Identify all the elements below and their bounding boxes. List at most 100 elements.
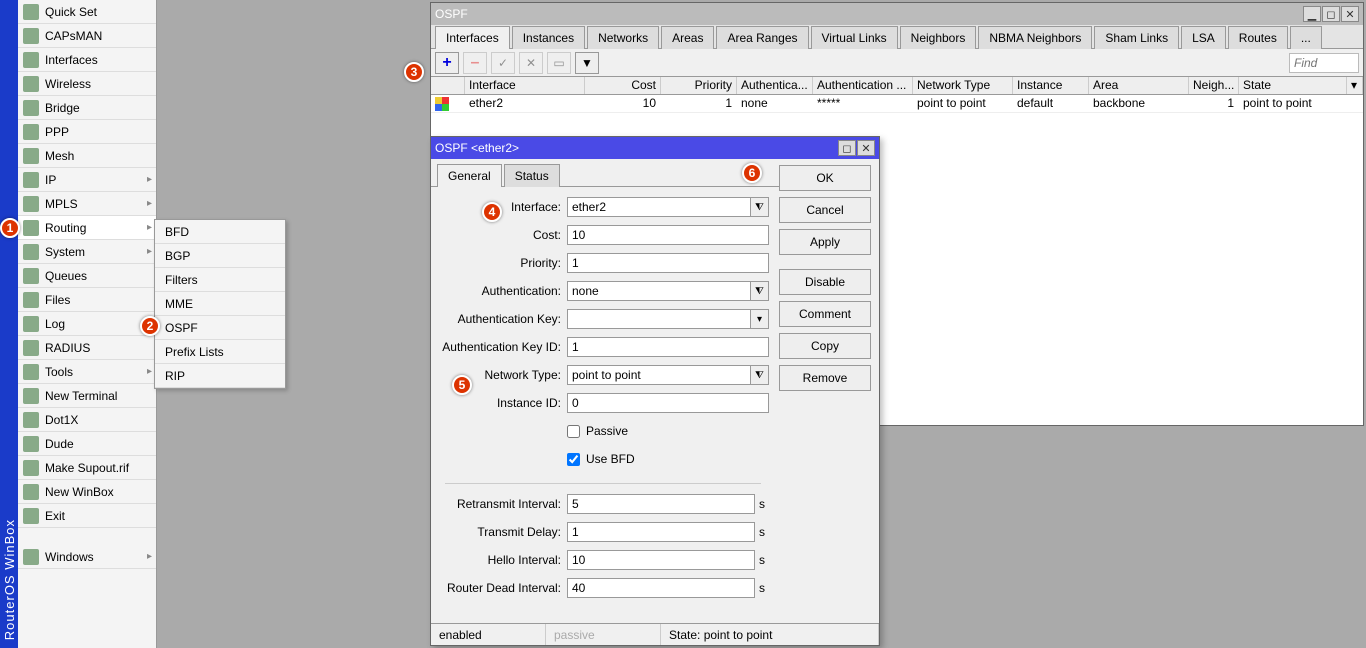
col-interface[interactable]: Interface: [465, 77, 585, 94]
cancel-button[interactable]: Cancel: [779, 197, 871, 223]
col-instance[interactable]: Instance: [1013, 77, 1089, 94]
comment-button[interactable]: ▭: [547, 52, 571, 74]
menu-dot1x[interactable]: Dot1X: [18, 408, 156, 432]
col-priority[interactable]: Priority: [661, 77, 737, 94]
maximize-button[interactable]: ◻: [1322, 6, 1340, 22]
tab-virtuallinks[interactable]: Virtual Links: [811, 26, 898, 49]
usebfd-checkbox[interactable]: [567, 453, 580, 466]
menu-exit[interactable]: Exit: [18, 504, 156, 528]
submenu-prefixlists[interactable]: Prefix Lists: [155, 340, 285, 364]
txdelay-input[interactable]: [567, 522, 755, 542]
col-authkey[interactable]: Authentication ...: [813, 77, 913, 94]
tab-more[interactable]: ...: [1290, 26, 1322, 49]
menu-quickset[interactable]: Quick Set: [18, 0, 156, 24]
interface-dropdown[interactable]: ⧨: [751, 197, 769, 217]
menu-mesh[interactable]: Mesh: [18, 144, 156, 168]
menu-log[interactable]: Log: [18, 312, 156, 336]
instanceid-input[interactable]: [567, 393, 769, 413]
menu-tools[interactable]: Tools▸: [18, 360, 156, 384]
menu-ip[interactable]: IP▸: [18, 168, 156, 192]
menu-queues[interactable]: Queues: [18, 264, 156, 288]
filter-button[interactable]: ▼: [575, 52, 599, 74]
detail-titlebar[interactable]: OSPF <ether2> ◻ ✕: [431, 137, 879, 159]
comment-button[interactable]: Comment: [779, 301, 871, 327]
nettype-dropdown[interactable]: ⧨: [751, 365, 769, 385]
tab-lsa[interactable]: LSA: [1181, 26, 1226, 49]
authkey-expand[interactable]: ▾: [751, 309, 769, 329]
disable-button[interactable]: Disable: [779, 269, 871, 295]
nettype-input[interactable]: [567, 365, 751, 385]
tab-networks[interactable]: Networks: [587, 26, 659, 49]
menu-ppp[interactable]: PPP: [18, 120, 156, 144]
col-cost[interactable]: Cost: [585, 77, 661, 94]
menu-files[interactable]: Files: [18, 288, 156, 312]
add-button[interactable]: +: [435, 52, 459, 74]
interface-input[interactable]: [567, 197, 751, 217]
submenu-mme[interactable]: MME: [155, 292, 285, 316]
retx-input[interactable]: [567, 494, 755, 514]
menu-interfaces[interactable]: Interfaces: [18, 48, 156, 72]
priority-input[interactable]: [567, 253, 769, 273]
menu-routing[interactable]: Routing▸: [18, 216, 156, 240]
table-row[interactable]: ether2 10 1 none ***** point to point de…: [431, 95, 1363, 113]
remove-button[interactable]: –: [463, 52, 487, 74]
submenu-ospf[interactable]: OSPF: [155, 316, 285, 340]
menu-windows[interactable]: Windows▸: [18, 545, 156, 569]
tab-shamlinks[interactable]: Sham Links: [1094, 26, 1179, 49]
authkeyid-input[interactable]: [567, 337, 769, 357]
menu-radius[interactable]: RADIUS: [18, 336, 156, 360]
tab-areas[interactable]: Areas: [661, 26, 714, 49]
col-auth[interactable]: Authentica...: [737, 77, 813, 94]
maximize-button[interactable]: ◻: [838, 140, 856, 156]
menu-mpls[interactable]: MPLS▸: [18, 192, 156, 216]
col-dropdown[interactable]: ▾: [1347, 77, 1363, 94]
dead-input[interactable]: [567, 578, 755, 598]
close-button[interactable]: ✕: [857, 140, 875, 156]
ospf-titlebar[interactable]: OSPF ▁ ◻ ✕: [431, 3, 1363, 25]
tab-instances[interactable]: Instances: [512, 26, 585, 49]
passive-checkbox[interactable]: [567, 425, 580, 438]
submenu-filters[interactable]: Filters: [155, 268, 285, 292]
col-area[interactable]: Area: [1089, 77, 1189, 94]
find-input[interactable]: [1289, 53, 1359, 73]
detail-form: Interface:⧨ Cost: Priority: Authenticati…: [431, 187, 779, 602]
copy-button[interactable]: Copy: [779, 333, 871, 359]
col-nettype[interactable]: Network Type: [913, 77, 1013, 94]
hello-input[interactable]: [567, 550, 755, 570]
cost-input[interactable]: [567, 225, 769, 245]
tab-interfaces[interactable]: Interfaces: [435, 26, 510, 49]
submenu-bfd[interactable]: BFD: [155, 220, 285, 244]
menu-newterminal[interactable]: New Terminal: [18, 384, 156, 408]
remove-button[interactable]: Remove: [779, 365, 871, 391]
disable-button[interactable]: ✕: [519, 52, 543, 74]
auth-dropdown[interactable]: ⧨: [751, 281, 769, 301]
apply-button[interactable]: Apply: [779, 229, 871, 255]
enable-button[interactable]: ✓: [491, 52, 515, 74]
tab-general[interactable]: General: [437, 164, 502, 187]
ok-button[interactable]: OK: [779, 165, 871, 191]
status-passive: passive: [546, 624, 661, 645]
menu-supout[interactable]: Make Supout.rif: [18, 456, 156, 480]
auth-input[interactable]: [567, 281, 751, 301]
close-button[interactable]: ✕: [1341, 6, 1359, 22]
submenu-bgp[interactable]: BGP: [155, 244, 285, 268]
minimize-button[interactable]: ▁: [1303, 6, 1321, 22]
nettype-label: Network Type:: [431, 368, 567, 382]
menu-capsman[interactable]: CAPsMAN: [18, 24, 156, 48]
menu-newwinbox[interactable]: New WinBox: [18, 480, 156, 504]
tab-arearanges[interactable]: Area Ranges: [716, 26, 808, 49]
menu-system[interactable]: System▸: [18, 240, 156, 264]
col-flag[interactable]: [431, 77, 465, 94]
menu-dude[interactable]: Dude: [18, 432, 156, 456]
tab-nbmaneighbors[interactable]: NBMA Neighbors: [978, 26, 1092, 49]
col-state[interactable]: State: [1239, 77, 1347, 94]
tab-neighbors[interactable]: Neighbors: [900, 26, 977, 49]
cell-area: backbone: [1089, 95, 1189, 112]
menu-wireless[interactable]: Wireless: [18, 72, 156, 96]
tab-routes[interactable]: Routes: [1228, 26, 1288, 49]
col-neigh[interactable]: Neigh...: [1189, 77, 1239, 94]
submenu-rip[interactable]: RIP: [155, 364, 285, 388]
tab-status[interactable]: Status: [504, 164, 560, 187]
menu-bridge[interactable]: Bridge: [18, 96, 156, 120]
authkey-input[interactable]: [567, 309, 751, 329]
